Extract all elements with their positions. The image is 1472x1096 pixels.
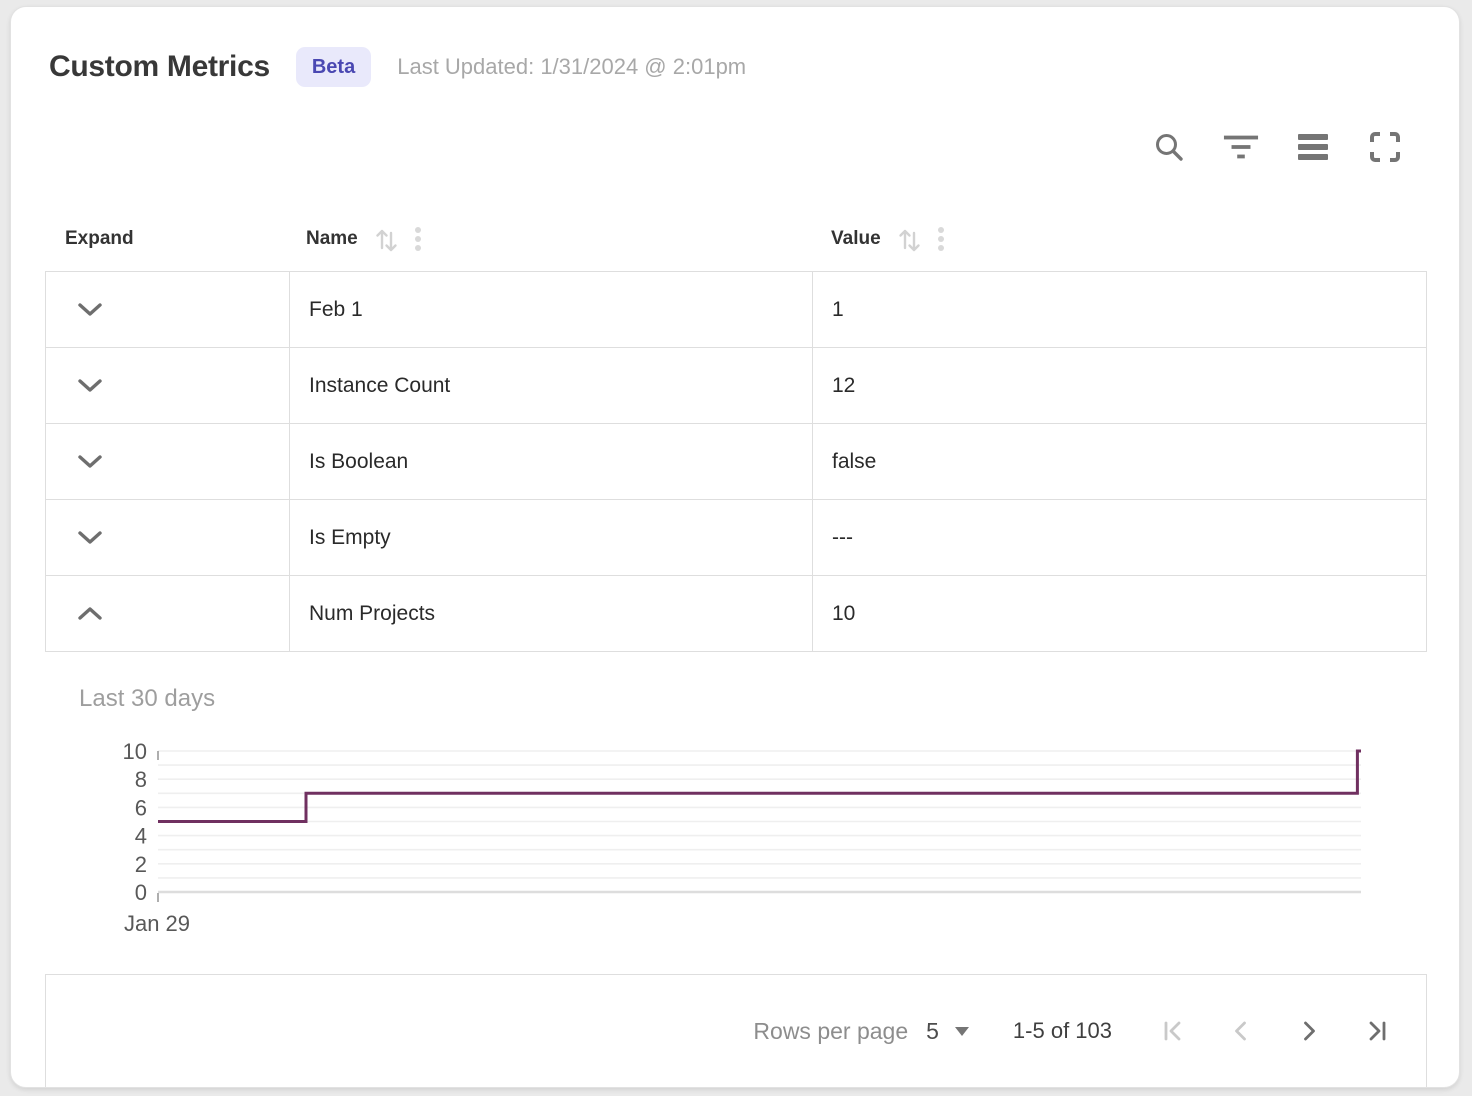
svg-text:8: 8 xyxy=(135,767,147,792)
svg-text:4: 4 xyxy=(135,824,147,849)
expand-row-button[interactable] xyxy=(46,348,290,423)
metric-name-cell: Instance Count xyxy=(290,348,813,423)
expand-row-button[interactable] xyxy=(46,424,290,499)
sort-icon xyxy=(372,225,400,253)
search-button[interactable] xyxy=(1151,129,1187,165)
last-page-button[interactable] xyxy=(1364,1018,1390,1044)
metrics-table: Expand Name Value xyxy=(45,207,1427,652)
chevron-down-icon xyxy=(77,454,103,469)
beta-badge: Beta xyxy=(296,47,371,87)
page-header: Custom Metrics Beta Last Updated: 1/31/2… xyxy=(49,47,746,87)
metric-value-cell: 10 xyxy=(813,576,1426,651)
metric-value-cell: 1 xyxy=(813,272,1426,347)
chevron-right-icon xyxy=(1296,1018,1322,1044)
previous-page-button[interactable] xyxy=(1228,1018,1254,1044)
table-header-row: Expand Name Value xyxy=(45,207,1427,271)
metric-name-cell: Is Boolean xyxy=(290,424,813,499)
rows-per-page-value: 5 xyxy=(926,1018,939,1045)
next-page-button[interactable] xyxy=(1296,1018,1322,1044)
last-updated-text: Last Updated: 1/31/2024 @ 2:01pm xyxy=(397,54,746,80)
expanded-row-detail-panel: Last 30 days 0 2 4 6 8 10 Jan 29 xyxy=(45,648,1427,939)
density-icon xyxy=(1297,132,1329,162)
rows-per-page-select[interactable]: 5 xyxy=(926,1018,969,1045)
table-toolbar xyxy=(1151,129,1403,165)
svg-text:10: 10 xyxy=(123,739,147,764)
table-body: Feb 11Instance Count12Is BooleanfalseIs … xyxy=(45,271,1427,652)
chevron-down-icon xyxy=(77,378,103,393)
page-title: Custom Metrics xyxy=(49,50,270,84)
kebab-menu-icon xyxy=(937,225,945,253)
chevron-down-icon xyxy=(77,302,103,317)
chevron-down-icon xyxy=(955,1027,969,1036)
search-icon xyxy=(1152,130,1186,164)
chart-title: Last 30 days xyxy=(79,684,1427,714)
chevron-down-icon xyxy=(77,530,103,545)
last-page-icon xyxy=(1364,1018,1390,1044)
column-menu-name-button[interactable] xyxy=(414,225,422,253)
sort-name-button[interactable] xyxy=(372,225,400,253)
first-page-button[interactable] xyxy=(1160,1018,1186,1044)
table-row: Is Booleanfalse xyxy=(46,424,1426,500)
svg-text:6: 6 xyxy=(135,795,147,820)
table-row: Is Empty--- xyxy=(46,500,1426,576)
metric-name-cell: Feb 1 xyxy=(290,272,813,347)
metric-history-chart: 0 2 4 6 8 10 Jan 29 xyxy=(45,724,1375,939)
chevron-left-icon xyxy=(1228,1018,1254,1044)
column-label: Value xyxy=(831,228,881,250)
svg-text:2: 2 xyxy=(135,852,147,877)
column-header-name[interactable]: Name xyxy=(289,225,812,253)
column-header-value[interactable]: Value xyxy=(812,225,1427,253)
collapse-row-button[interactable] xyxy=(46,576,290,651)
expand-row-button[interactable] xyxy=(46,272,290,347)
table-footer: Rows per page 5 1-5 of 103 xyxy=(45,974,1427,1087)
page-background: { "header": { "title": "Custom Metrics",… xyxy=(0,0,1472,1096)
table-row: Num Projects10 xyxy=(46,576,1426,651)
sort-value-button[interactable] xyxy=(895,225,923,253)
pagination-range-label: 1-5 of 103 xyxy=(1013,1018,1112,1044)
first-page-icon xyxy=(1160,1018,1186,1044)
metric-value-cell: --- xyxy=(813,500,1426,575)
column-label: Name xyxy=(306,228,358,250)
expand-row-button[interactable] xyxy=(46,500,290,575)
filter-icon xyxy=(1223,132,1259,162)
pagination-nav xyxy=(1160,1018,1390,1044)
svg-text:Jan 29: Jan 29 xyxy=(124,911,190,936)
fullscreen-button[interactable] xyxy=(1367,129,1403,165)
chevron-up-icon xyxy=(77,606,103,621)
rows-per-page-label: Rows per page xyxy=(753,1018,908,1045)
kebab-menu-icon xyxy=(414,225,422,253)
filter-button[interactable] xyxy=(1223,129,1259,165)
density-button[interactable] xyxy=(1295,129,1331,165)
table-row: Feb 11 xyxy=(46,272,1426,348)
column-header-expand: Expand xyxy=(45,228,289,250)
column-label: Expand xyxy=(65,228,134,250)
fullscreen-icon xyxy=(1369,131,1401,163)
column-menu-value-button[interactable] xyxy=(937,225,945,253)
metric-value-cell: 12 xyxy=(813,348,1426,423)
svg-text:0: 0 xyxy=(135,880,147,905)
sort-icon xyxy=(895,225,923,253)
table-row: Instance Count12 xyxy=(46,348,1426,424)
metric-value-cell: false xyxy=(813,424,1426,499)
metric-name-cell: Num Projects xyxy=(290,576,813,651)
metric-name-cell: Is Empty xyxy=(290,500,813,575)
custom-metrics-card: Custom Metrics Beta Last Updated: 1/31/2… xyxy=(10,6,1460,1088)
